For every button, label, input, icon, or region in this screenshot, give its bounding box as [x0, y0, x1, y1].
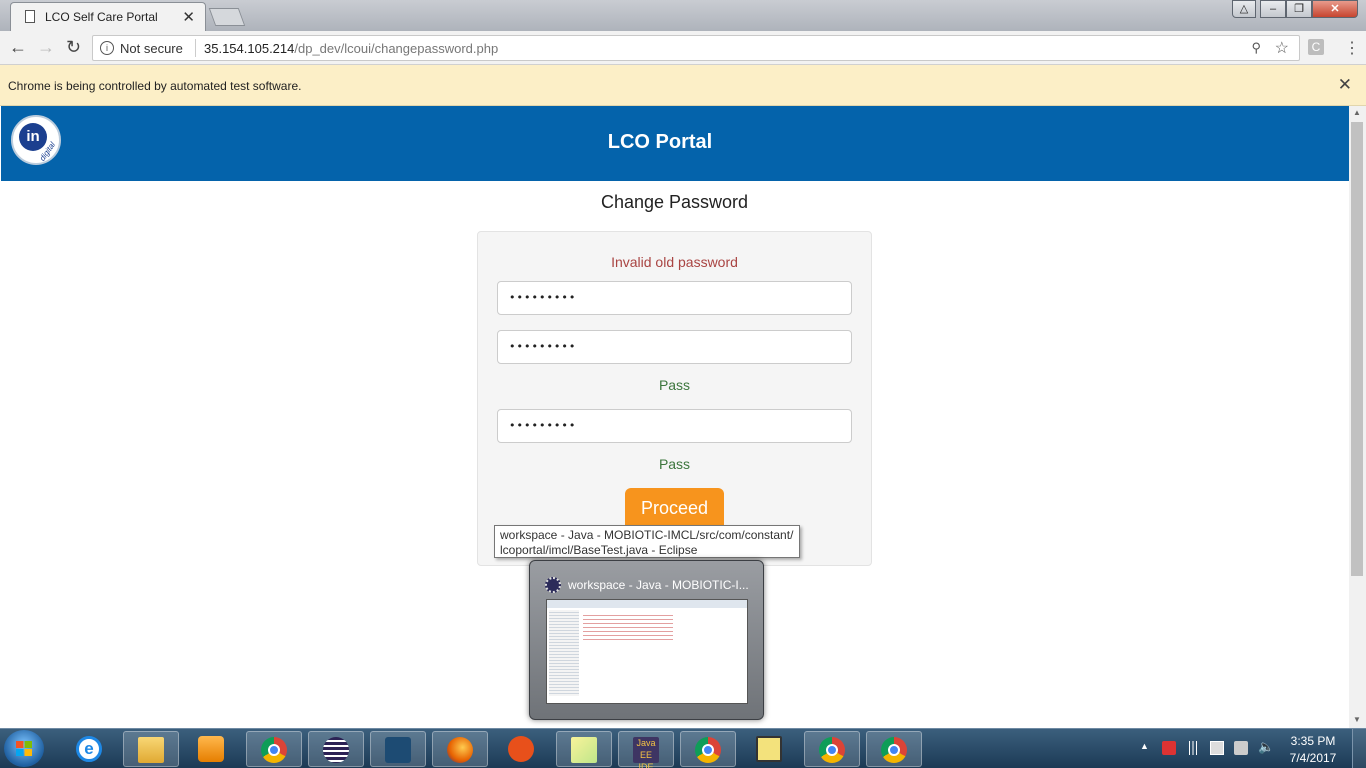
- minimize-button[interactable]: –: [1260, 0, 1286, 18]
- extension-icon[interactable]: C: [1308, 39, 1324, 55]
- proceed-button[interactable]: Proceed: [625, 488, 724, 526]
- reload-icon[interactable]: ↻: [66, 37, 81, 58]
- start-button[interactable]: [4, 730, 44, 767]
- tab-close-icon[interactable]: ✕: [182, 8, 195, 26]
- browser-tab[interactable]: LCO Self Care Portal ✕: [10, 2, 206, 31]
- chrome-icon: [881, 737, 907, 763]
- url-text[interactable]: 35.154.105.214/dp_dev/lcoui/changepasswo…: [204, 41, 498, 56]
- taskbar-app-chrome[interactable]: [866, 731, 922, 767]
- taskbar-app-tool[interactable]: [494, 731, 550, 767]
- volume-icon[interactable]: 🔈: [1258, 739, 1274, 754]
- error-message: Invalid old password: [611, 254, 738, 270]
- taskbar-tooltip: workspace - Java - MOBIOTIC-IMCL/src/com…: [494, 525, 800, 558]
- page-title: Change Password: [600, 192, 749, 212]
- infobar-message: Chrome is being controlled by automated …: [8, 79, 302, 93]
- taskbar-app-chrome[interactable]: [680, 731, 736, 767]
- taskbar-window-preview[interactable]: workspace - Java - MOBIOTIC-I...: [529, 560, 764, 720]
- show-desktop-button[interactable]: [1352, 729, 1366, 768]
- taskbar-app-installer[interactable]: [742, 731, 798, 767]
- action-center-icon[interactable]: [1162, 741, 1176, 755]
- window-thumbnail[interactable]: [546, 599, 748, 704]
- address-bar[interactable]: i Not secure 35.154.105.214/dp_dev/lcoui…: [92, 35, 1300, 61]
- taskbar-app-chrome[interactable]: [804, 731, 860, 767]
- tooltip-line: workspace - Java - MOBIOTIC-IMCL/src/com…: [500, 528, 794, 542]
- browser-titlebar: LCO Self Care Portal ✕ △ – ❐ ✕: [0, 0, 1366, 31]
- tab-title: LCO Self Care Portal: [45, 10, 158, 24]
- scroll-up-icon[interactable]: ▲: [1353, 108, 1361, 117]
- folder-icon: [138, 737, 164, 763]
- page-icon: [25, 10, 35, 23]
- thumbnail-code: [583, 612, 673, 642]
- automation-infobar: Chrome is being controlled by automated …: [0, 65, 1366, 106]
- clock-time[interactable]: 3:35 PM: [1282, 734, 1344, 748]
- forward-arrow-icon[interactable]: →: [37, 37, 55, 58]
- taskbar-app-javaee[interactable]: Java EE IDE: [618, 731, 674, 768]
- notes-icon: [571, 737, 597, 763]
- media-icon: [198, 736, 224, 762]
- taskbar-app-ie[interactable]: e: [62, 731, 118, 767]
- new-password-input[interactable]: •••••••••: [497, 330, 852, 364]
- taskbar-app-notes[interactable]: [556, 731, 612, 767]
- clock-date[interactable]: 7/4/2017: [1282, 751, 1344, 765]
- thumbnail-tree: [549, 610, 579, 696]
- old-password-input[interactable]: •••••••••: [497, 281, 852, 315]
- ie-icon: e: [76, 736, 102, 762]
- new-tab-button[interactable]: [208, 8, 246, 26]
- eclipse-icon: [323, 737, 349, 763]
- portal-header: in digital LCO Portal: [1, 106, 1349, 181]
- security-status[interactable]: Not secure: [120, 41, 183, 56]
- chrome-icon: [819, 737, 845, 763]
- portal-title: LCO Portal: [607, 131, 713, 153]
- user-profile-button[interactable]: △: [1232, 0, 1256, 18]
- infobar-close-icon[interactable]: ✕: [1338, 75, 1352, 95]
- confirm-password-input[interactable]: •••••••••: [497, 409, 852, 443]
- menu-icon[interactable]: ⋮: [1344, 38, 1360, 58]
- firefox-icon: [447, 737, 473, 763]
- maximize-button[interactable]: ❐: [1286, 0, 1312, 18]
- installer-icon: [756, 736, 782, 762]
- taskbar-app-eclipse[interactable]: [308, 731, 364, 767]
- network-icon[interactable]: [1210, 741, 1224, 755]
- javaee-icon: Java EE IDE: [633, 737, 659, 768]
- tool-icon: [508, 736, 534, 762]
- taskbar-app-chrome[interactable]: [246, 731, 302, 767]
- key-icon[interactable]: ⚲: [1251, 40, 1261, 56]
- eclipse-icon: [545, 577, 561, 593]
- taskbar: e Java EE IDE ▲ 🔈 3:35 PM 7/4/2017: [0, 728, 1366, 768]
- confirm-password-status: Pass: [658, 456, 691, 472]
- bookmark-star-icon[interactable]: ☆: [1275, 38, 1289, 58]
- browser-toolbar: ← → ↻ i Not secure 35.154.105.214/dp_dev…: [0, 31, 1366, 65]
- taskbar-app-explorer[interactable]: [123, 731, 179, 767]
- taskbar-app-mysql[interactable]: [370, 731, 426, 767]
- thumbnail-toolbar: [547, 600, 747, 608]
- divider: [195, 39, 196, 57]
- back-arrow-icon[interactable]: ←: [9, 37, 27, 58]
- tooltip-line: lcoportal/imcl/BaseTest.java - Eclipse: [500, 543, 698, 557]
- chrome-icon: [695, 737, 721, 763]
- scrollbar-thumb[interactable]: [1351, 122, 1363, 576]
- window-close-button[interactable]: ✕: [1312, 0, 1358, 18]
- signal-icon[interactable]: [1186, 741, 1200, 755]
- taskbar-app-firefox[interactable]: [432, 731, 488, 767]
- info-icon[interactable]: i: [100, 41, 114, 55]
- taskbar-app-media[interactable]: [184, 731, 240, 767]
- power-icon[interactable]: [1234, 741, 1248, 755]
- scroll-down-icon[interactable]: ▼: [1353, 715, 1361, 724]
- windows-logo-icon: [16, 741, 32, 756]
- tray-expand-icon[interactable]: ▲: [1140, 741, 1149, 751]
- chrome-icon: [261, 737, 287, 763]
- new-password-status: Pass: [658, 377, 691, 393]
- vertical-scrollbar[interactable]: ▲ ▼: [1349, 106, 1366, 728]
- preview-title: workspace - Java - MOBIOTIC-I...: [568, 578, 749, 592]
- mysql-icon: [385, 737, 411, 763]
- change-password-form: Invalid old password ••••••••• •••••••••…: [477, 231, 872, 566]
